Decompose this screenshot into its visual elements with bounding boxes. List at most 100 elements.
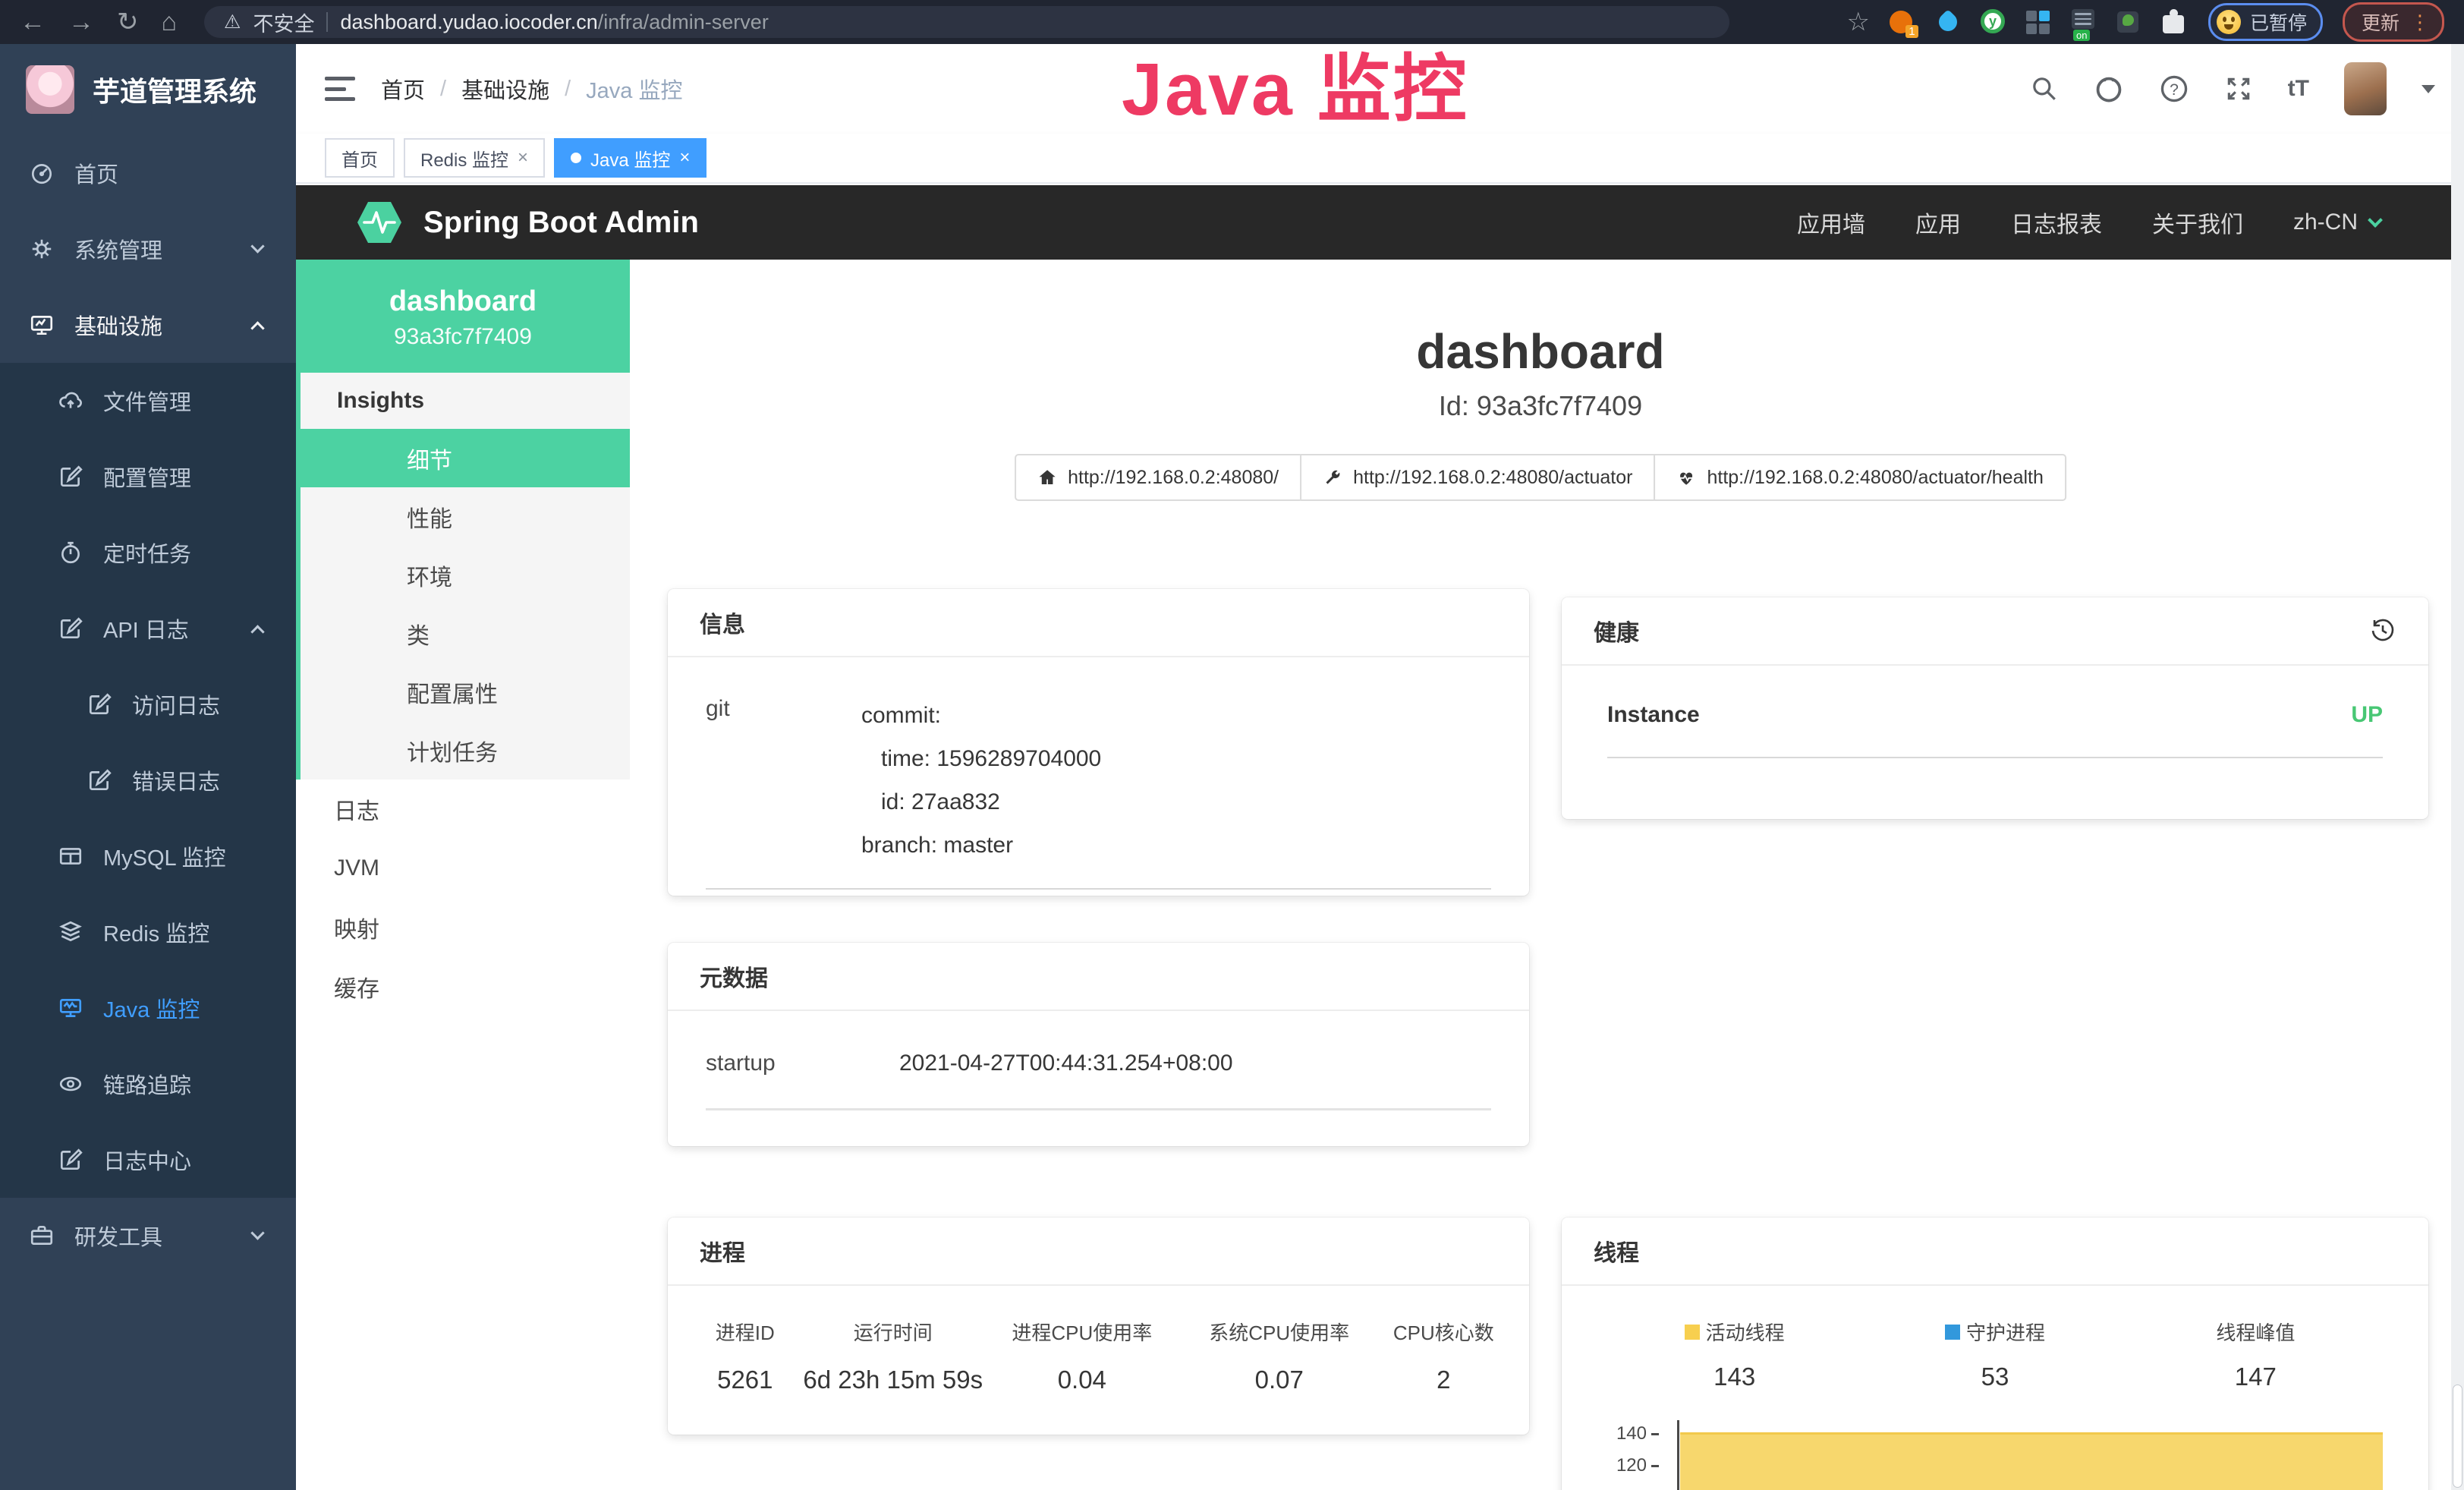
health-instance-row: Instance UP xyxy=(1607,702,2383,758)
sba-brand-title[interactable]: Spring Boot Admin xyxy=(423,206,699,240)
sidebar-item-java-active[interactable]: Java 监控 xyxy=(0,970,296,1046)
tags-view: 首页 Redis 监控 × Java 监控 × xyxy=(296,134,2464,184)
scrollbar-thumb[interactable] xyxy=(2453,1384,2462,1488)
active-tag-dot xyxy=(571,153,581,163)
font-size-icon[interactable]: tT xyxy=(2288,76,2309,102)
extension-leaf-icon[interactable] xyxy=(2117,9,2143,35)
log-edit-icon xyxy=(58,616,83,641)
sidebar-item-system[interactable]: 系统管理 xyxy=(0,211,296,287)
sba-nav-journal[interactable]: 日志报表 xyxy=(2011,206,2102,239)
service-url-button[interactable]: http://192.168.0.2:48080/ xyxy=(1015,454,1301,501)
address-bar[interactable]: ⚠ 不安全 dashboard.yudao.iocoder.cn/infra/a… xyxy=(204,6,1729,38)
sba-item-details[interactable]: 细节 xyxy=(296,429,630,487)
profile-paused-pill[interactable]: 已暂停 xyxy=(2208,3,2323,41)
sidebar-item-accesslog[interactable]: 访问日志 xyxy=(0,666,296,742)
search-icon[interactable] xyxy=(2030,74,2059,103)
sidebar-collapse-icon[interactable] xyxy=(325,77,355,101)
page-scrollbar[interactable] xyxy=(2451,44,2464,1490)
chevron-down-icon xyxy=(250,239,264,253)
sidebar-item-errorlog[interactable]: 错误日志 xyxy=(0,742,296,818)
sba-item-scheduledtasks[interactable]: 计划任务 xyxy=(301,721,630,780)
sba-nav: 应用墙 应用 日志报表 关于我们 zh-CN xyxy=(1797,206,2418,239)
timer-icon xyxy=(58,540,83,565)
sba-item-classes[interactable]: 类 xyxy=(301,604,630,663)
sba-item-metrics[interactable]: 性能 xyxy=(301,487,630,546)
user-avatar[interactable] xyxy=(2344,62,2387,115)
bookmark-star-icon[interactable]: ☆ xyxy=(1846,0,1869,44)
avatar-caret-icon[interactable] xyxy=(2422,85,2435,93)
fullscreen-icon[interactable] xyxy=(2224,74,2253,103)
sba-item-caches[interactable]: 缓存 xyxy=(296,957,630,1016)
chevron-up-icon xyxy=(250,625,264,638)
sidebar-item-logcenter[interactable]: 日志中心 xyxy=(0,1122,296,1198)
cloud-upload-icon xyxy=(58,388,83,414)
sba-instance-header[interactable]: dashboard 93a3fc7f7409 xyxy=(296,260,630,373)
sidebar-item-job[interactable]: 定时任务 xyxy=(0,515,296,591)
breadcrumb-home[interactable]: 首页 xyxy=(381,73,425,105)
sba-nav-wallboard[interactable]: 应用墙 xyxy=(1797,206,1865,239)
sidebar-item-config[interactable]: 配置管理 xyxy=(0,439,296,515)
peak-threads-value: 147 xyxy=(2126,1362,2386,1391)
sidebar-item-infra[interactable]: 基础设施 xyxy=(0,287,296,363)
update-label: 更新 xyxy=(2362,8,2399,36)
sba-item-logfile[interactable]: 日志 xyxy=(296,780,630,839)
breadcrumb-current: Java 监控 xyxy=(586,73,682,105)
app-logo-row[interactable]: 芋道管理系统 xyxy=(0,44,296,135)
sba-nav-applications[interactable]: 应用 xyxy=(1915,206,1961,239)
health-url-button[interactable]: http://192.168.0.2:48080/actuator/health xyxy=(1654,454,2066,501)
sba-sidebar: dashboard 93a3fc7f7409 Insights 细节 性能 环境… xyxy=(296,260,630,1490)
health-card-header: 健康 xyxy=(1562,597,2428,666)
health-card: 健康 Instance UP xyxy=(1562,597,2428,819)
browser-reload-icon[interactable]: ↻ xyxy=(117,0,139,44)
tag-java-active[interactable]: Java 监控 × xyxy=(554,138,706,178)
sidebar-item-home[interactable]: 首页 xyxy=(0,135,296,211)
breadcrumb-separator: / xyxy=(440,77,446,102)
uptime-value: 6d 23h 15m 59s xyxy=(803,1366,983,1394)
page-instance-id: Id: 93a3fc7f7409 xyxy=(630,390,2451,422)
sba-item-environment[interactable]: 环境 xyxy=(301,546,630,604)
tag-home[interactable]: 首页 xyxy=(325,138,395,178)
sidebar-item-redis[interactable]: Redis 监控 xyxy=(0,894,296,970)
gear-icon xyxy=(29,236,55,262)
extension-orange-icon[interactable]: 1 xyxy=(1890,9,1915,35)
threads-chart: 140 120 100 xyxy=(1604,1420,2386,1490)
spring-boot-admin-logo[interactable] xyxy=(355,198,404,247)
extension-on-switch-icon[interactable]: on xyxy=(2072,9,2097,35)
sidebar-item-devtool[interactable]: 研发工具 xyxy=(0,1198,296,1274)
sba-item-jvm[interactable]: JVM xyxy=(296,839,630,898)
close-icon[interactable]: × xyxy=(679,147,690,169)
extension-y-icon[interactable]: y xyxy=(1981,9,2006,35)
sba-nav-about[interactable]: 关于我们 xyxy=(2152,206,2243,239)
actuator-url-button[interactable]: http://192.168.0.2:48080/actuator xyxy=(1300,454,1655,501)
sidebar-item-file[interactable]: 文件管理 xyxy=(0,363,296,439)
breadcrumb: 首页 / 基础设施 / Java 监控 xyxy=(381,73,682,105)
sidebar-item-mysql[interactable]: MySQL 监控 xyxy=(0,818,296,894)
extension-pin-icon[interactable] xyxy=(1935,9,1961,35)
breadcrumb-infra[interactable]: 基础设施 xyxy=(461,73,549,105)
sidebar-item-trace[interactable]: 链路追踪 xyxy=(0,1046,296,1122)
chevron-down-icon xyxy=(2368,213,2383,228)
extensions-puzzle-icon[interactable] xyxy=(2163,9,2189,35)
history-icon[interactable] xyxy=(2369,617,2396,644)
metadata-card-header: 元数据 xyxy=(668,943,1529,1011)
question-circle-icon[interactable]: ? xyxy=(2159,74,2189,104)
browser-menu-dots-icon[interactable]: ⋮ xyxy=(2410,11,2430,34)
profile-emoji-avatar xyxy=(2217,10,2241,34)
sba-item-mappings[interactable]: 映射 xyxy=(296,898,630,957)
browser-home-icon[interactable]: ⌂ xyxy=(162,0,178,44)
extension-grid-icon[interactable] xyxy=(2026,9,2052,35)
github-icon[interactable] xyxy=(2094,74,2124,104)
sba-language-select[interactable]: zh-CN xyxy=(2293,209,2381,235)
sidebar-item-apilog[interactable]: API 日志 xyxy=(0,591,296,666)
sba-item-configprops[interactable]: 配置属性 xyxy=(301,663,630,721)
process-table-values: 5261 6d 23h 15m 59s 0.04 0.07 2 xyxy=(688,1366,1509,1394)
close-icon[interactable]: × xyxy=(518,147,528,169)
not-secure-label[interactable]: 不安全 xyxy=(253,8,314,37)
not-secure-warning-icon: ⚠ xyxy=(224,11,241,33)
chrome-update-button[interactable]: 更新 ⋮ xyxy=(2343,2,2444,42)
tag-redis[interactable]: Redis 监控 × xyxy=(404,138,545,178)
browser-back-icon[interactable]: ← xyxy=(20,0,46,44)
browser-forward-icon[interactable]: → xyxy=(68,0,94,44)
health-instance-label: Instance xyxy=(1607,702,1700,728)
sba-content: dashboard Id: 93a3fc7f7409 http://192.16… xyxy=(630,260,2451,1490)
